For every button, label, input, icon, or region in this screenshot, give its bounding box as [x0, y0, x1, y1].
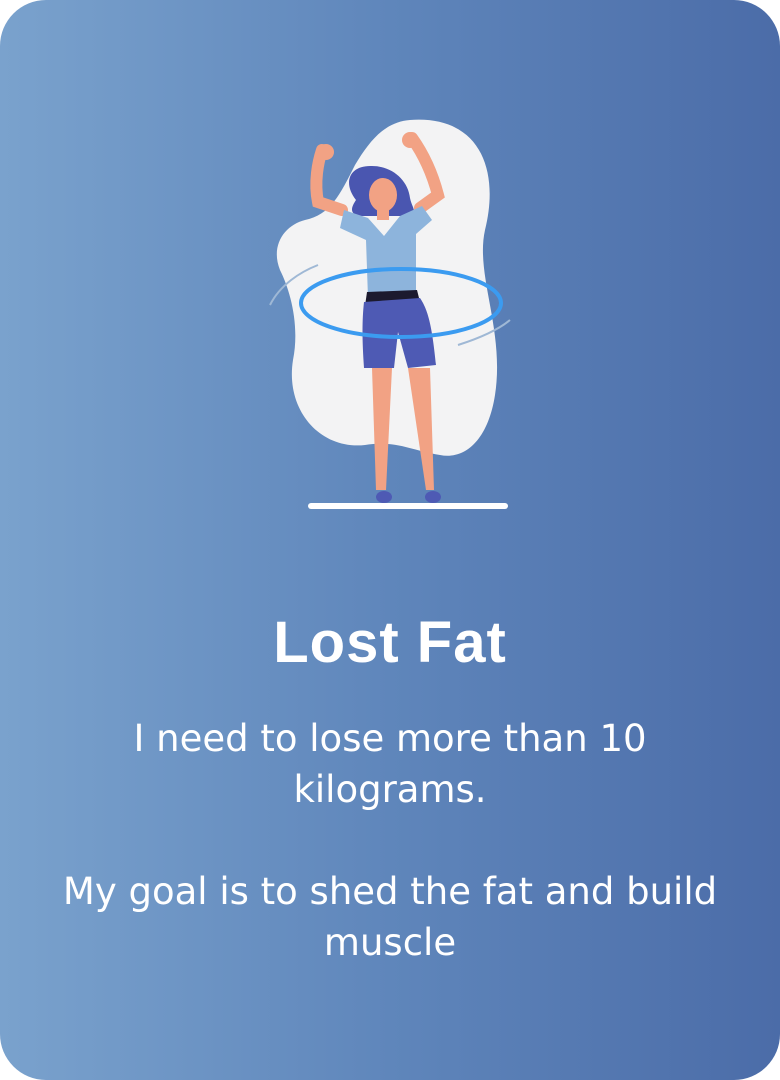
goal-description-line: My goal is to shed the fat and build mus…	[62, 870, 718, 964]
woman-hula-hoop-illustration	[269, 119, 511, 509]
goal-description-line: I need to lose more than 10 kilograms.	[133, 717, 647, 811]
goal-title: Lost Fat	[273, 610, 507, 675]
goal-description: I need to lose more than 10 kilograms. M…	[60, 713, 720, 968]
goal-option-card[interactable]: Lost Fat I need to lose more than 10 kil…	[0, 0, 780, 1080]
